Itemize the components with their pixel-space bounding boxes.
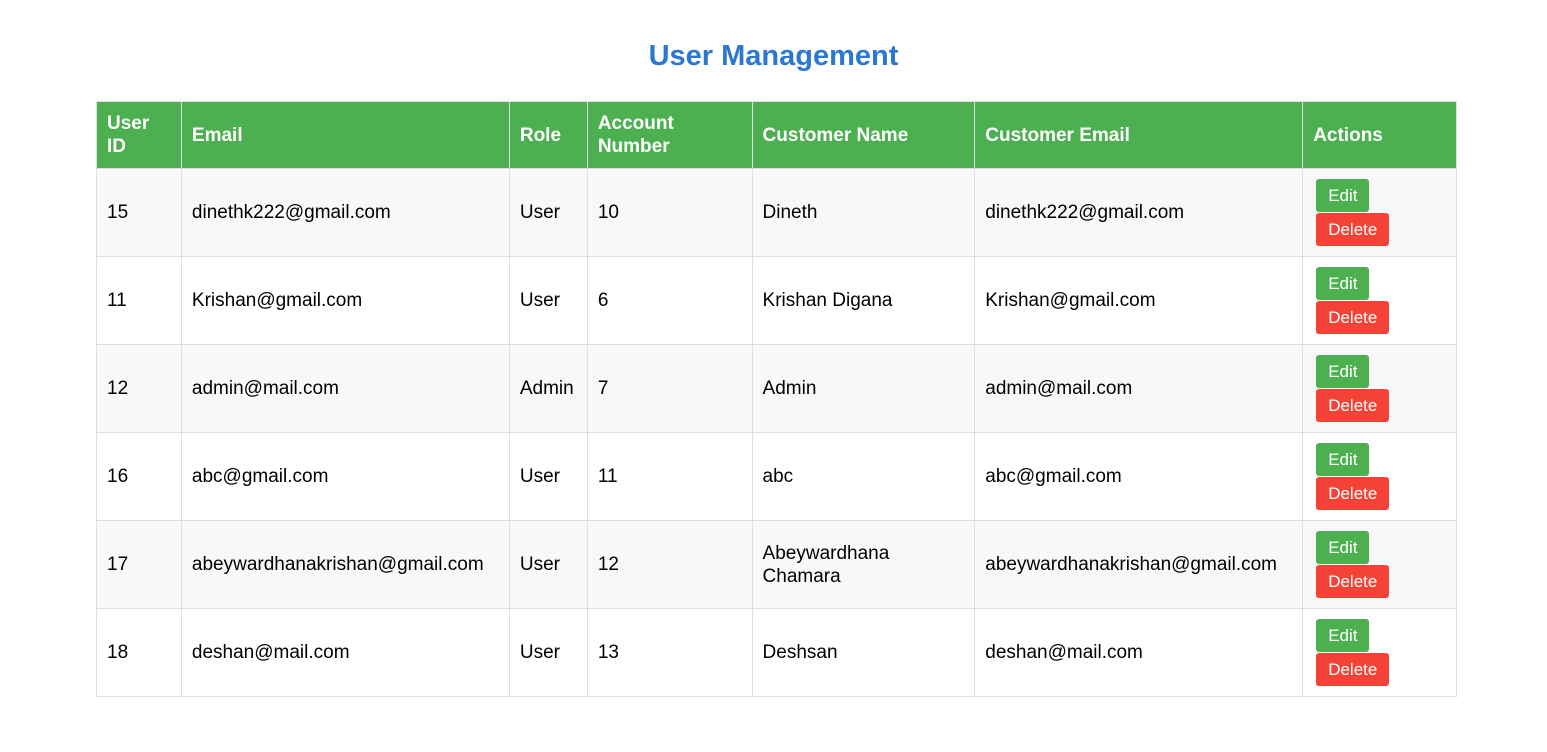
page-title: User Management — [648, 40, 899, 72]
cell-email: admin@mail.com — [180, 344, 510, 433]
cell-role: User — [508, 520, 588, 609]
cell-user-id: 12 — [96, 344, 182, 433]
cell-customer-email: abc@gmail.com — [974, 432, 1304, 521]
cell-account-number: 12 — [586, 520, 753, 609]
table-row: 16 abc@gmail.com User 11 abc abc@gmail.c… — [96, 432, 1457, 521]
cell-actions: Edit Delete — [1302, 168, 1457, 257]
cell-customer-email: dinethk222@gmail.com — [974, 168, 1304, 257]
header-customer-name: Customer Name — [751, 101, 976, 169]
edit-button[interactable]: Edit — [1316, 267, 1370, 300]
cell-customer-name: Dineth — [751, 168, 976, 257]
cell-customer-name: abc — [751, 432, 976, 521]
cell-email: abeywardhanakrishan@gmail.com — [180, 520, 510, 609]
cell-actions: Edit Delete — [1302, 256, 1457, 345]
cell-account-number: 13 — [586, 608, 753, 697]
table-row: 15 dinethk222@gmail.com User 10 Dineth d… — [96, 168, 1457, 257]
cell-actions: Edit Delete — [1302, 520, 1457, 609]
header-customer-email: Customer Email — [974, 101, 1304, 169]
cell-user-id: 17 — [96, 520, 182, 609]
table-row: 11 Krishan@gmail.com User 6 Krishan Diga… — [96, 256, 1457, 345]
cell-email: dinethk222@gmail.com — [180, 168, 510, 257]
delete-button[interactable]: Delete — [1316, 653, 1390, 686]
cell-account-number: 10 — [586, 168, 753, 257]
edit-button[interactable]: Edit — [1316, 355, 1370, 388]
table-row: 17 abeywardhanakrishan@gmail.com User 12… — [96, 520, 1457, 609]
cell-user-id: 11 — [96, 256, 182, 345]
header-account-number: Account Number — [586, 101, 753, 169]
delete-button[interactable]: Delete — [1316, 477, 1390, 510]
users-table: User ID Email Role Account Number Custom… — [96, 101, 1457, 697]
header-role: Role — [508, 101, 588, 169]
cell-email: Krishan@gmail.com — [180, 256, 510, 345]
table-row: 12 admin@mail.com Admin 7 Admin admin@ma… — [96, 344, 1457, 433]
cell-account-number: 6 — [586, 256, 753, 345]
cell-email: abc@gmail.com — [180, 432, 510, 521]
header-row: User ID Email Role Account Number Custom… — [96, 101, 1457, 169]
users-table-header: User ID Email Role Account Number Custom… — [96, 101, 1457, 169]
cell-user-id: 18 — [96, 608, 182, 697]
edit-button[interactable]: Edit — [1316, 443, 1370, 476]
header-user-id: User ID — [96, 101, 182, 169]
cell-email: deshan@mail.com — [180, 608, 510, 697]
cell-role: Admin — [508, 344, 588, 433]
delete-button[interactable]: Delete — [1316, 213, 1390, 246]
cell-role: User — [508, 168, 588, 257]
edit-button[interactable]: Edit — [1316, 531, 1370, 564]
cell-account-number: 11 — [586, 432, 753, 521]
cell-actions: Edit Delete — [1302, 608, 1457, 697]
cell-actions: Edit Delete — [1302, 344, 1457, 433]
cell-customer-name: Krishan Digana — [751, 256, 976, 345]
cell-customer-email: Krishan@gmail.com — [974, 256, 1304, 345]
cell-user-id: 15 — [96, 168, 182, 257]
edit-button[interactable]: Edit — [1316, 619, 1370, 652]
delete-button[interactable]: Delete — [1316, 565, 1390, 598]
table-row: 18 deshan@mail.com User 13 Deshsan desha… — [96, 608, 1457, 697]
users-table-body: 15 dinethk222@gmail.com User 10 Dineth d… — [96, 168, 1457, 697]
delete-button[interactable]: Delete — [1316, 301, 1390, 334]
cell-customer-email: abeywardhanakrishan@gmail.com — [974, 520, 1304, 609]
cell-customer-email: deshan@mail.com — [974, 608, 1304, 697]
header-email: Email — [180, 101, 510, 169]
cell-customer-email: admin@mail.com — [974, 344, 1304, 433]
cell-user-id: 16 — [96, 432, 182, 521]
cell-customer-name: Admin — [751, 344, 976, 433]
header-actions: Actions — [1302, 101, 1457, 169]
cell-customer-name: Deshsan — [751, 608, 976, 697]
cell-customer-name: Abeywardhana Chamara — [751, 520, 976, 609]
cell-role: User — [508, 608, 588, 697]
cell-role: User — [508, 432, 588, 521]
cell-account-number: 7 — [586, 344, 753, 433]
delete-button[interactable]: Delete — [1316, 389, 1390, 422]
edit-button[interactable]: Edit — [1316, 179, 1370, 212]
cell-actions: Edit Delete — [1302, 432, 1457, 521]
cell-role: User — [508, 256, 588, 345]
